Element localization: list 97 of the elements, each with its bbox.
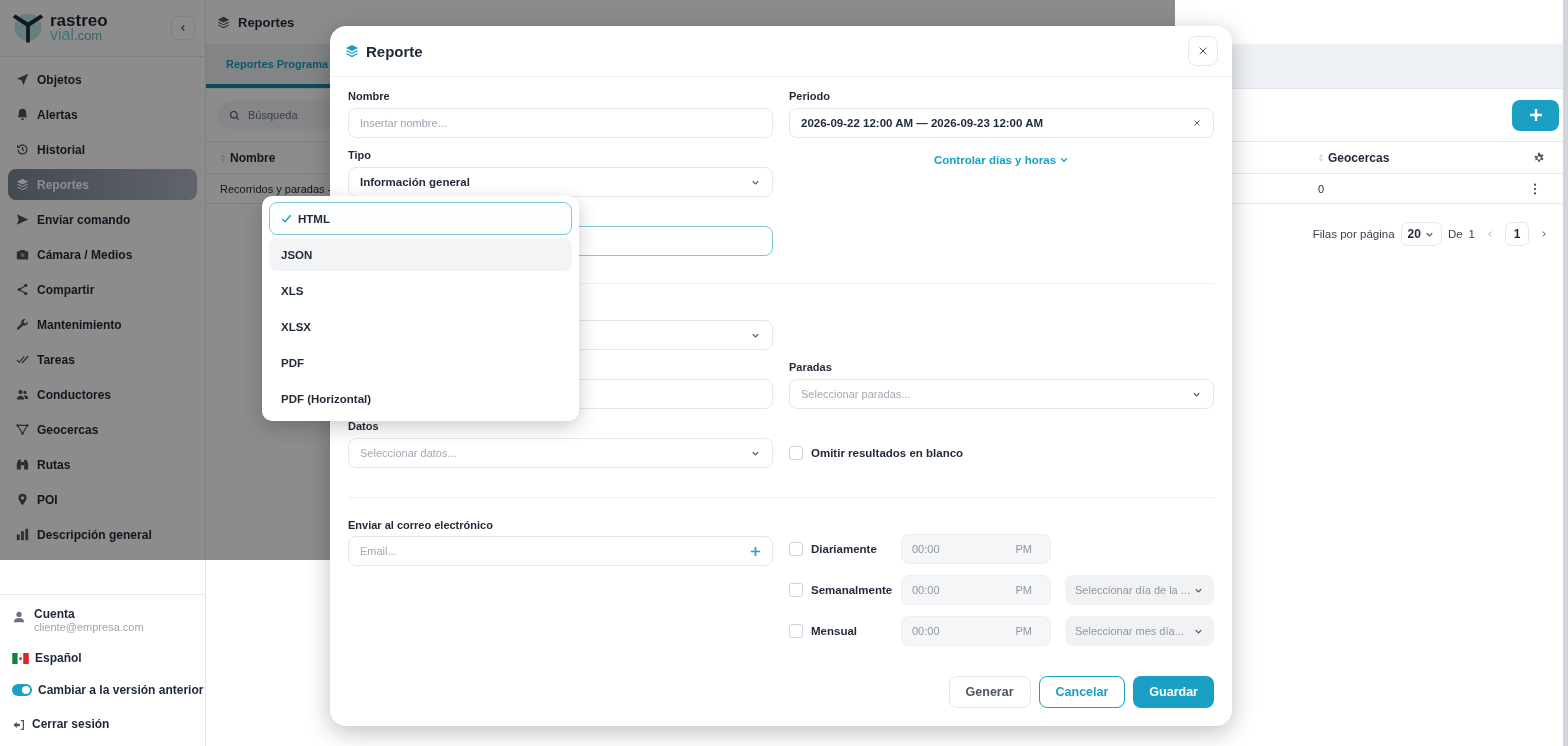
checkbox[interactable] xyxy=(789,583,803,597)
sort-icon[interactable] xyxy=(220,152,226,163)
users-icon xyxy=(16,388,29,401)
field-label: Enviar al correo electrónico xyxy=(348,518,494,532)
dropdown-option[interactable]: JSON xyxy=(269,238,572,271)
polygon-icon xyxy=(16,423,29,436)
navigation-arrow-icon xyxy=(16,73,29,86)
close-icon xyxy=(1198,46,1208,56)
table-cell: Recorridos y paradas - xyxy=(220,182,332,195)
sidebar-item[interactable]: Descripción general xyxy=(8,519,197,550)
page-count: 1 xyxy=(1468,228,1475,240)
sort-icon[interactable] xyxy=(1318,152,1324,163)
column-header[interactable]: Geocercas xyxy=(1328,150,1390,165)
name-field[interactable]: Insertar nombre... xyxy=(348,108,773,138)
map-pin-icon xyxy=(16,493,29,506)
dropdown-option[interactable]: XLS xyxy=(269,274,572,307)
more-icon[interactable] xyxy=(1533,182,1537,195)
field-label: Datos xyxy=(348,419,380,433)
clear-icon[interactable] xyxy=(1192,118,1202,128)
bar-chart-icon xyxy=(16,528,29,541)
logout-icon xyxy=(12,718,26,732)
layers-icon xyxy=(16,178,29,191)
settings-icon[interactable] xyxy=(1533,151,1545,164)
checkbox-label: Diariamente xyxy=(811,543,878,555)
sidebar-item[interactable]: Cámara / Medios xyxy=(8,239,197,270)
schedule-link[interactable]: Controlar días y horas xyxy=(933,154,1070,166)
account-label: Cuenta xyxy=(34,607,76,621)
dropdown-option[interactable]: PDF (Horizontal) xyxy=(269,382,572,415)
share-icon xyxy=(16,283,29,296)
send-icon xyxy=(16,213,29,226)
flag-icon xyxy=(12,652,29,664)
checkbox[interactable] xyxy=(789,542,803,556)
double-check-icon xyxy=(16,353,29,366)
rows-per-page-select[interactable]: 20 xyxy=(1400,222,1442,246)
dropdown-option[interactable]: XLSX xyxy=(269,310,572,343)
table-cell: 0 xyxy=(1318,182,1325,195)
layers-icon xyxy=(217,15,230,29)
chevron-down-icon xyxy=(1059,155,1070,165)
layers-icon xyxy=(345,44,359,58)
logout-link[interactable]: Cerrar sesión xyxy=(32,716,110,731)
page-title: Reportes xyxy=(238,14,295,30)
user-icon xyxy=(12,610,26,624)
binoculars-icon xyxy=(16,458,29,471)
checkbox[interactable] xyxy=(789,446,803,460)
add-button[interactable] xyxy=(1512,99,1559,131)
sidebar-item[interactable]: Geocercas xyxy=(8,414,197,445)
sidebar-item[interactable]: Tareas xyxy=(8,344,197,375)
dialog-title: Reporte xyxy=(366,42,424,60)
time-field[interactable]: 00:00 PM xyxy=(901,575,1051,605)
history-icon xyxy=(16,143,29,156)
plus-icon xyxy=(1527,107,1544,123)
day-select[interactable]: Seleccionar día de la ... xyxy=(1065,575,1214,605)
field-label: Tipo xyxy=(348,148,372,162)
sidebar-item[interactable]: Enviar comando xyxy=(8,204,197,235)
toggle-label: Cambiar a la versión anterior xyxy=(38,683,204,697)
field-label: Periodo xyxy=(789,89,831,103)
sidebar-item[interactable]: Objetos xyxy=(8,64,197,95)
sidebar-item[interactable]: Conductores xyxy=(8,379,197,410)
column-header[interactable]: Nombre xyxy=(230,150,276,165)
brand-domain: vial.com xyxy=(50,27,103,43)
language-label[interactable]: Español xyxy=(35,651,82,665)
sidebar-item[interactable]: POI xyxy=(8,484,197,515)
close-button[interactable] xyxy=(1188,36,1218,66)
account-email: cliente@empresa.com xyxy=(34,621,144,633)
dialog-button[interactable]: Generar xyxy=(948,676,1031,708)
add-icon[interactable] xyxy=(750,545,761,557)
dropdown-option[interactable]: PDF xyxy=(269,346,572,379)
rows-per-page-label: Filas por página xyxy=(1312,228,1395,240)
sidebar-item[interactable]: Mantenimiento xyxy=(8,309,197,340)
bell-icon xyxy=(16,108,29,121)
checkbox-label: Omitir resultados en blanco xyxy=(811,447,964,459)
check-icon xyxy=(281,213,292,224)
wrench-icon xyxy=(16,318,29,331)
toggle-switch[interactable] xyxy=(12,684,32,696)
checkbox-label: Mensual xyxy=(811,625,858,637)
page-of-label: De xyxy=(1447,228,1463,240)
sidebar-item[interactable]: Compartir xyxy=(8,274,197,305)
page-button[interactable]: 1 xyxy=(1505,222,1529,246)
dialog-button[interactable]: Cancelar xyxy=(1038,676,1126,708)
dialog-button[interactable]: Guardar xyxy=(1133,676,1214,708)
day-select[interactable]: Seleccionar mes día... xyxy=(1065,616,1214,646)
type-select[interactable]: Información general xyxy=(348,167,773,197)
sidebar-item[interactable]: Rutas xyxy=(8,449,197,480)
field-label: Paradas xyxy=(789,360,833,374)
time-field[interactable]: 00:00 PM xyxy=(901,616,1051,646)
sidebar-item[interactable]: Historial xyxy=(8,134,197,165)
period-field[interactable]: 2026-09-22 12:00 AM — 2026-09-23 12:00 AM xyxy=(789,108,1214,138)
dropdown-option[interactable]: HTML xyxy=(269,202,572,235)
camera-icon xyxy=(16,248,29,261)
collapse-button[interactable] xyxy=(171,16,195,40)
checkbox[interactable] xyxy=(789,624,803,638)
checkbox-label: Semanalmente xyxy=(811,584,893,596)
field-label: Nombre xyxy=(348,89,391,103)
search-icon xyxy=(229,109,240,121)
time-field[interactable]: 00:00 PM xyxy=(901,534,1051,564)
brand-name: rastreo xyxy=(50,13,109,28)
sidebar-item[interactable]: Alertas xyxy=(8,99,197,130)
